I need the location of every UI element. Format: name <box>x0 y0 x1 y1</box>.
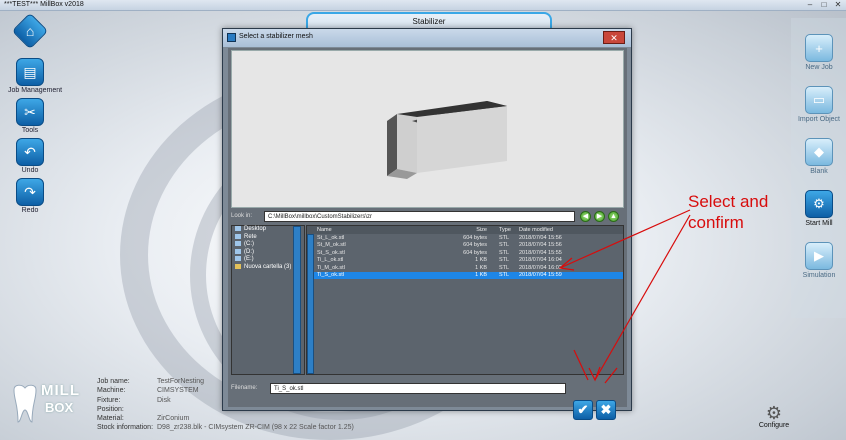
configure-button[interactable]: ⚙ Configure <box>756 404 792 429</box>
millbox-logo: MILL BOX <box>8 382 88 430</box>
tooth-icon <box>13 384 37 423</box>
annotation-arrows <box>558 209 691 384</box>
gear-icon: ⚙ <box>765 403 783 423</box>
job-info-panel: Job name: TestForNesting Machine: CIMSYSTE… <box>97 378 354 432</box>
configure-label: Configure <box>758 422 790 429</box>
